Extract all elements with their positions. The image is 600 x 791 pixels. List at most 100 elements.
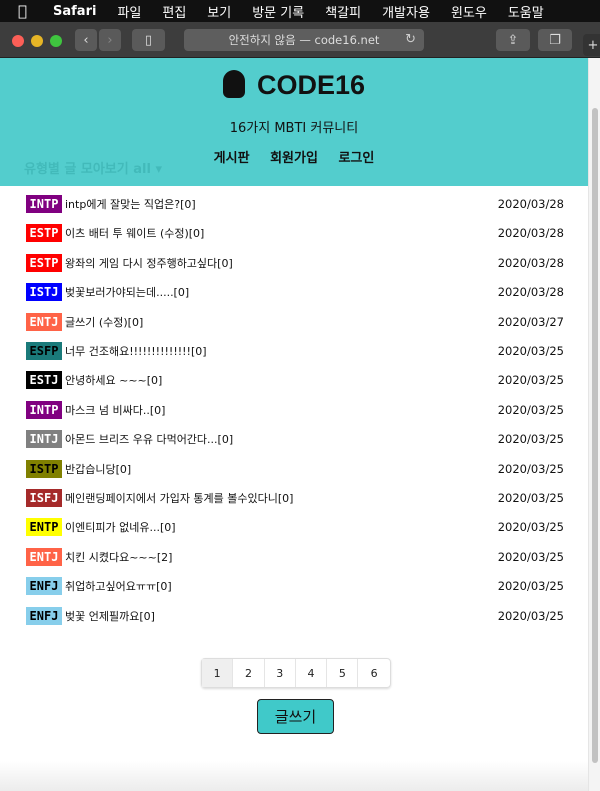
post-title[interactable]: 글쓰기 (수정)[0]	[65, 314, 143, 330]
page-6-button[interactable]: 6	[358, 659, 389, 687]
menu-edit[interactable]: 편집	[162, 2, 186, 21]
page-5-button[interactable]: 5	[327, 659, 359, 687]
browser-toolbar: ‹ › ▯ 안전하지 않음 — code16.net ↻ ⇪ ❐ +	[0, 22, 600, 58]
chevron-left-icon: ‹	[83, 32, 89, 48]
post-title[interactable]: 벚꽃 언제필까요[0]	[65, 608, 155, 624]
post-title[interactable]: 이엔티피가 없네유...[0]	[65, 519, 176, 535]
menu-help[interactable]: 도움말	[508, 2, 544, 21]
apple-menu-icon[interactable]: 	[18, 2, 27, 20]
mbti-badge: INTP	[26, 195, 62, 213]
mbti-badge: ENTP	[26, 518, 62, 537]
post-date: 2020/03/28	[497, 285, 564, 300]
sidebar-button[interactable]: ▯	[132, 29, 165, 51]
sidebar-icon: ▯	[144, 32, 153, 48]
post-date: 2020/03/25	[497, 520, 564, 535]
mbti-badge: ENTJ	[26, 547, 62, 566]
page-3-button[interactable]: 3	[265, 659, 296, 687]
scrollbar[interactable]	[588, 58, 600, 791]
post-date: 2020/03/28	[497, 255, 564, 270]
menu-bookmarks[interactable]: 책갈피	[325, 2, 361, 21]
post-title[interactable]: 반갑습니당[0]	[65, 461, 131, 477]
page-2-button[interactable]: 2	[233, 659, 265, 687]
post-title[interactable]: 너무 건조해요!!!!!!!!!!!!!![0]	[65, 343, 207, 359]
post-row[interactable]: INTJ 아몬드 브리즈 우유 다먹어간다...[0] 2020/03/25	[26, 429, 564, 449]
menu-app[interactable]: Safari	[53, 4, 96, 19]
forward-button[interactable]: ›	[99, 29, 121, 51]
share-icon: ⇪	[507, 32, 519, 48]
menu-history[interactable]: 방문 기록	[252, 2, 304, 21]
url-text: 안전하지 않음 — code16.net	[228, 33, 380, 47]
mbti-badge: ENFJ	[26, 606, 62, 625]
post-row[interactable]: ISTJ 벚꽃보러가야되는데.....[0] 2020/03/28	[26, 282, 564, 302]
post-row[interactable]: ISFJ 메인랜딩페이지에서 가입자 통계를 볼수있다니[0] 2020/03/25	[26, 488, 564, 508]
post-title[interactable]: 안녕하세요 ~~~[0]	[65, 372, 162, 388]
menu-bar:  Safari 파일 편집 보기 방문 기록 책갈피 개발자용 윈도우 도움말	[0, 0, 600, 22]
close-window-button[interactable]	[12, 35, 24, 47]
post-title[interactable]: 치킨 시켰다요~~~[2]	[65, 549, 172, 565]
mbti-badge: ISTP	[26, 459, 62, 478]
post-title[interactable]: 아몬드 브리즈 우유 다먹어간다...[0]	[65, 431, 233, 447]
site-logo[interactable]: CODE16	[0, 70, 588, 101]
write-post-button[interactable]: 글쓰기	[257, 699, 334, 734]
post-title[interactable]: 이츠 배터 투 웨이트 (수정)[0]	[65, 225, 204, 241]
nav-board[interactable]: 게시판	[214, 151, 250, 166]
mbti-badge: ENTJ	[26, 312, 62, 331]
type-filter-dropdown[interactable]: 유형별 글 모아보기 all ▾	[24, 158, 162, 177]
post-row[interactable]: ESFP 너무 건조해요!!!!!!!!!!!!!![0] 2020/03/25	[26, 341, 564, 361]
address-bar[interactable]: 안전하지 않음 — code16.net ↻	[184, 29, 424, 51]
post-date: 2020/03/28	[497, 197, 564, 211]
menu-develop[interactable]: 개발자용	[382, 2, 430, 21]
post-date: 2020/03/25	[497, 344, 564, 358]
page-1-button[interactable]: 1	[202, 659, 234, 687]
post-row[interactable]: ENTJ 치킨 시켰다요~~~[2] 2020/03/25	[26, 547, 564, 567]
page-4-button[interactable]: 4	[296, 659, 328, 687]
reload-icon[interactable]: ↻	[405, 32, 416, 47]
share-button[interactable]: ⇪	[496, 29, 530, 51]
post-date: 2020/03/25	[497, 491, 564, 505]
mbti-badge: ISTJ	[26, 283, 62, 302]
menu-window[interactable]: 윈도우	[451, 2, 487, 21]
post-row[interactable]: ENFJ 벚꽃 언제필까요[0] 2020/03/25	[26, 606, 564, 626]
post-row[interactable]: ENFJ 취업하고싶어요ㅠㅠ[0] 2020/03/25	[26, 576, 564, 596]
post-row[interactable]: ESTJ 안녕하세요 ~~~[0] 2020/03/25	[26, 370, 564, 390]
zoom-window-button[interactable]	[50, 35, 62, 47]
post-date: 2020/03/25	[497, 373, 564, 388]
back-button[interactable]: ‹	[75, 29, 97, 51]
mbti-badge: ENFJ	[26, 577, 62, 596]
chevron-right-icon: ›	[107, 32, 113, 48]
post-date: 2020/03/25	[497, 608, 564, 623]
mbti-badge: ESFP	[26, 342, 62, 360]
post-title[interactable]: 벚꽃보러가야되는데.....[0]	[65, 284, 189, 300]
post-row[interactable]: INTP intp에게 잘맞는 직업은?[0] 2020/03/28	[26, 194, 564, 214]
tabs-icon: ❐	[549, 32, 561, 48]
post-title[interactable]: 마스크 넘 비싸다..[0]	[65, 402, 165, 418]
pagination: 123456	[201, 658, 391, 688]
scrollbar-thumb[interactable]	[592, 108, 598, 763]
site-header: CODE16 16가지 MBTI 커뮤니티 게시판 회원가입 로그인 유형별 글…	[0, 58, 588, 186]
post-row[interactable]: ESTP 왕좌의 게임 다시 정주행하고싶다[0] 2020/03/28	[26, 253, 564, 273]
post-date: 2020/03/25	[497, 549, 564, 564]
mbti-badge: INTJ	[26, 430, 62, 449]
post-title[interactable]: 메인랜딩페이지에서 가입자 통계를 볼수있다니[0]	[65, 490, 293, 506]
menu-view[interactable]: 보기	[207, 2, 231, 21]
post-title[interactable]: 취업하고싶어요ㅠㅠ[0]	[65, 578, 172, 594]
post-title[interactable]: intp에게 잘맞는 직업은?[0]	[65, 196, 196, 212]
post-row[interactable]: ENTP 이엔티피가 없네유...[0] 2020/03/25	[26, 517, 564, 537]
post-row[interactable]: ISTP 반갑습니당[0] 2020/03/25	[26, 459, 564, 479]
tabs-overview-button[interactable]: ❐	[538, 29, 572, 51]
menu-file[interactable]: 파일	[117, 2, 141, 21]
post-date: 2020/03/28	[497, 226, 564, 241]
logo-text: CODE16	[256, 70, 366, 100]
window-bottom	[0, 761, 588, 791]
minimize-window-button[interactable]	[31, 35, 43, 47]
post-row[interactable]: ESTP 이츠 배터 투 웨이트 (수정)[0] 2020/03/28	[26, 223, 564, 243]
post-row[interactable]: ENTJ 글쓰기 (수정)[0] 2020/03/27	[26, 312, 564, 332]
new-tab-button[interactable]: +	[583, 34, 600, 56]
mbti-badge: ESTP	[26, 253, 62, 272]
plus-icon: +	[587, 37, 599, 53]
nav-login[interactable]: 로그인	[338, 151, 374, 166]
nav-signup[interactable]: 회원가입	[270, 151, 318, 166]
mbti-badge: INTP	[26, 400, 62, 419]
post-title[interactable]: 왕좌의 게임 다시 정주행하고싶다[0]	[65, 255, 233, 271]
post-row[interactable]: INTP 마스크 넘 비싸다..[0] 2020/03/25	[26, 400, 564, 420]
